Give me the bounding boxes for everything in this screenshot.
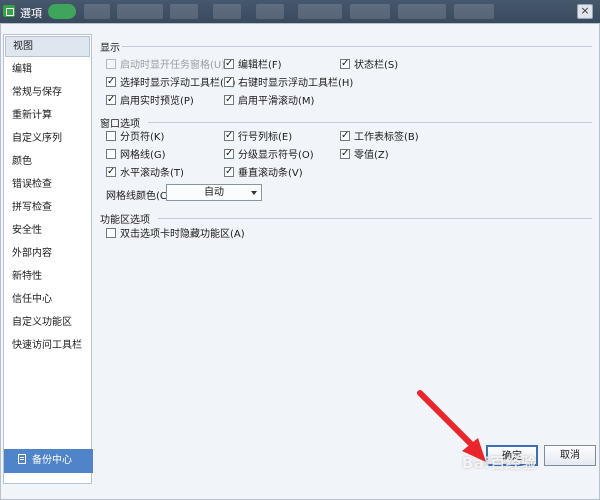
sidebar-item-spell-check[interactable]: 拼写检查: [4, 196, 91, 219]
options-dialog: 视图 编辑 常规与保存 重新计算 自定义序列 颜色 错误检查 拼写检查 安全性 …: [0, 23, 600, 500]
checkbox: [340, 57, 350, 71]
option-sheet-tabs[interactable]: 工作表标签(B): [340, 129, 419, 145]
section-title-window-options: 窗口选项: [100, 119, 140, 130]
section-divider: [122, 46, 592, 47]
section-divider: [158, 218, 592, 219]
background-tab: [84, 4, 110, 19]
checkbox: [224, 57, 234, 71]
option-row-col-headers[interactable]: 行号列标(E): [224, 129, 292, 145]
checkbox: [106, 149, 116, 159]
section-divider: [148, 122, 592, 123]
background-tab: [256, 4, 284, 19]
document-icon: [18, 454, 26, 464]
background-tab: [350, 4, 390, 19]
sidebar: 视图 编辑 常规与保存 重新计算 自定义序列 颜色 错误检查 拼写检查 安全性 …: [3, 34, 93, 484]
option-float-toolbar-rightclick[interactable]: 右键时显示浮动工具栏(H): [224, 75, 353, 91]
option-status-bar[interactable]: 状态栏(S): [340, 57, 398, 73]
checkbox: [340, 129, 350, 143]
checkbox: [224, 75, 234, 89]
background-tab: [454, 4, 494, 19]
sidebar-item-custom-lists[interactable]: 自定义序列: [4, 127, 91, 150]
title-bar: 選項 ×: [0, 0, 600, 23]
section-title-display: 显示: [100, 43, 120, 54]
background-tab: [48, 4, 76, 19]
option-zero-values[interactable]: 零值(Z): [340, 147, 389, 163]
sidebar-item-external-content[interactable]: 外部内容: [4, 242, 91, 265]
sidebar-item-custom-ribbon[interactable]: 自定义功能区: [4, 311, 91, 334]
close-button[interactable]: ×: [577, 4, 593, 19]
sidebar-item-view[interactable]: 视图: [5, 36, 90, 57]
checkbox: [106, 165, 116, 179]
sidebar-item-color[interactable]: 颜色: [4, 150, 91, 173]
background-tab: [213, 4, 241, 19]
option-live-preview[interactable]: 启用实时预览(P): [106, 93, 194, 109]
checkbox: [106, 59, 116, 69]
sidebar-item-recalculate[interactable]: 重新计算: [4, 104, 91, 127]
app-icon: [3, 5, 15, 17]
cancel-button[interactable]: 取消: [544, 445, 596, 466]
option-page-breaks[interactable]: 分页符(K): [106, 131, 164, 145]
sidebar-item-security[interactable]: 安全性: [4, 219, 91, 242]
option-startup-task-pane[interactable]: 启动时显开任务窗格(U): [106, 59, 225, 73]
gridline-color-select[interactable]: 自动: [166, 184, 262, 201]
sidebar-item-new-features[interactable]: 新特性: [4, 265, 91, 288]
background-tab: [398, 4, 446, 19]
option-float-toolbar-select[interactable]: 选择时显示浮动工具栏(D): [106, 75, 236, 91]
chevron-down-icon: [251, 191, 257, 195]
checkbox: [106, 228, 116, 238]
option-gridlines[interactable]: 网格线(G): [106, 149, 166, 163]
gridline-color-label: 网格线颜色(C):: [106, 191, 175, 202]
backup-center-label: 备份中心: [32, 455, 72, 466]
option-smooth-scroll[interactable]: 启用平滑滚动(M): [224, 93, 314, 109]
option-vertical-scrollbar[interactable]: 垂直滚动条(V): [224, 165, 303, 181]
background-tab: [170, 4, 198, 19]
dialog-title: 選項: [20, 7, 42, 20]
background-tab: [117, 4, 163, 19]
checkbox: [340, 147, 350, 161]
option-outline-symbols[interactable]: 分级显示符号(O): [224, 147, 314, 163]
sidebar-item-edit[interactable]: 编辑: [4, 58, 91, 81]
checkbox: [224, 129, 234, 143]
background-tab: [298, 4, 342, 19]
option-formula-bar[interactable]: 编辑栏(F): [224, 57, 282, 73]
checkbox: [106, 131, 116, 141]
sidebar-item-quick-access[interactable]: 快速访问工具栏: [4, 334, 91, 357]
sidebar-item-error-check[interactable]: 错误检查: [4, 173, 91, 196]
option-hide-ribbon-dblclick[interactable]: 双击选项卡时隐藏功能区(A): [106, 228, 245, 242]
watermark: Bai百经验: [462, 454, 537, 472]
checkbox: [106, 93, 116, 107]
checkbox: [224, 147, 234, 161]
checkbox: [224, 93, 234, 107]
backup-center-button[interactable]: 备份中心: [4, 449, 93, 473]
checkbox: [106, 75, 116, 89]
checkbox: [224, 165, 234, 179]
option-horizontal-scrollbar[interactable]: 水平滚动条(T): [106, 165, 184, 181]
section-title-ribbon: 功能区选项: [100, 215, 150, 226]
sidebar-item-trust-center[interactable]: 信任中心: [4, 288, 91, 311]
options-content: 显示 启动时显开任务窗格(U) 编辑栏(F) 状态栏(S) 选择时显示浮动工具栏…: [96, 34, 595, 454]
sidebar-item-general-save[interactable]: 常规与保存: [4, 81, 91, 104]
